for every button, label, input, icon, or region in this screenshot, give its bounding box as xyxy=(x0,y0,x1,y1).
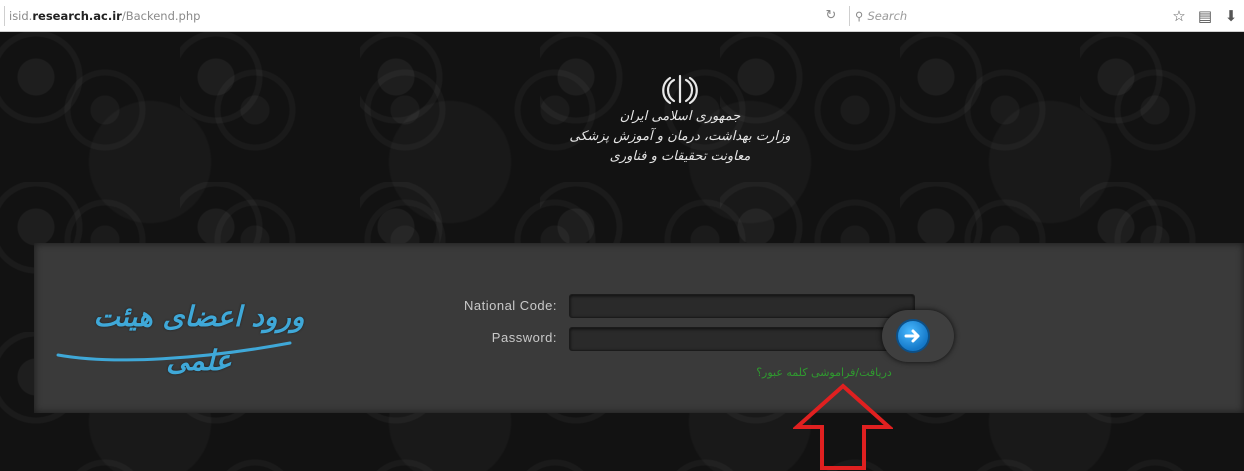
address-bar[interactable]: isid.research.ac.ir/Backend.php xyxy=(4,6,809,26)
annotation-arrow-icon xyxy=(793,383,893,470)
search-box[interactable]: ⚲ Search xyxy=(855,6,1075,26)
reading-list-icon[interactable]: ▤ xyxy=(1192,5,1218,27)
password-label: Password: xyxy=(491,330,557,345)
iran-emblem-icon xyxy=(662,74,698,105)
arrow-right-icon xyxy=(904,329,920,343)
ministry-line-3: معاونت تحقیقات و فناوری xyxy=(609,149,751,164)
toolbar-icons: ☆ ▤ ⬇ xyxy=(1166,5,1244,27)
forgot-password-link[interactable]: دریافت/فراموشی کلمه عبور؟ xyxy=(734,366,914,379)
search-icon: ⚲ xyxy=(855,9,864,23)
browser-toolbar: isid.research.ac.ir/Backend.php ↻ ⚲ Searc… xyxy=(0,0,1244,32)
login-panel: ورود اعضای هیئت علمی National Code: Pass… xyxy=(34,243,1244,413)
ministry-header: جمهوری اسلامی ایران وزارت بهداشت، درمان … xyxy=(560,72,800,166)
title-swoosh-decoration xyxy=(56,341,292,362)
search-placeholder: Search xyxy=(867,9,908,23)
url-prefix: isid. xyxy=(9,9,33,23)
url-path: /Backend.php xyxy=(121,9,201,23)
ministry-line-1: جمهوری اسلامی ایران xyxy=(619,109,741,124)
page-background: جمهوری اسلامی ایران وزارت بهداشت، درمان … xyxy=(0,32,1244,471)
download-icon[interactable]: ⬇ xyxy=(1218,5,1244,27)
submit-button[interactable] xyxy=(896,319,930,353)
password-input[interactable] xyxy=(569,327,915,351)
national-code-input[interactable] xyxy=(569,294,915,318)
url-host: research.ac.ir xyxy=(32,9,122,23)
reload-icon[interactable]: ↻ xyxy=(813,6,850,26)
bookmark-star-icon[interactable]: ☆ xyxy=(1166,5,1192,27)
ministry-line-2: وزارت بهداشت، درمان و آموزش پزشکی xyxy=(569,129,791,144)
national-code-label: National Code: xyxy=(464,298,557,313)
